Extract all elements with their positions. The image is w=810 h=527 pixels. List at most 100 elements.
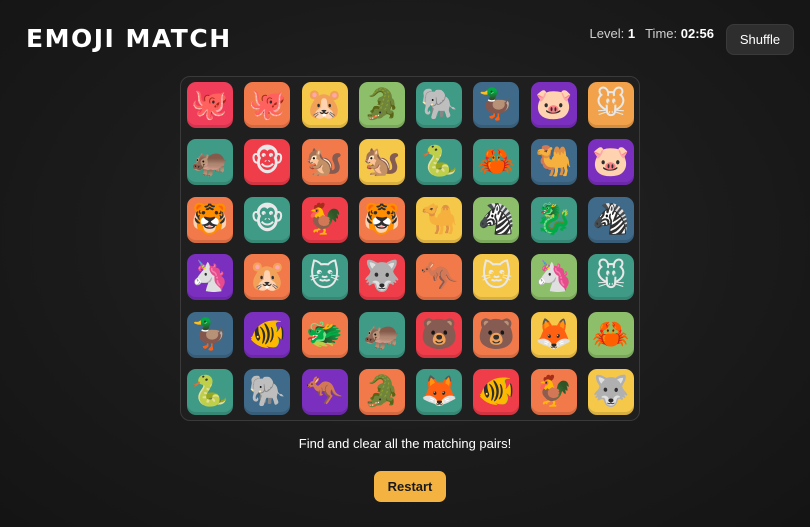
tile-camel[interactable]: 🐫 [530, 139, 577, 186]
tile-crocodile[interactable]: 🐊 [358, 368, 405, 415]
tile-snake[interactable]: 🐍 [416, 139, 463, 186]
hamster-icon: 🐹 [248, 260, 286, 294]
fish-icon: 🐠 [248, 317, 286, 351]
tile-pig[interactable]: 🐷 [530, 82, 577, 128]
tile-fox[interactable]: 🦊 [416, 368, 463, 415]
rooster-icon: 🐓 [305, 202, 344, 236]
camel-icon: 🐫 [535, 145, 573, 179]
tile-hippo[interactable]: 🦛 [358, 311, 405, 358]
tile-snake[interactable]: 🐍 [187, 368, 233, 415]
game-board: 🐙 🐙 🐹 🐊 🐘 🦆 🐷 🐭 🦛 🐵 🐿️ 🐿️ 🐍 🦀 🐫 🐷 🐯 🐵 🐓 🐯 🐪 🦓 🐉 🦓 🦄 🐹 🐱 🐺 🦘 🐱 🦄 🐭 🦆 🐠 🐲 🦛 🐻 🐻… [180, 76, 640, 421]
timer: Time: 02:56 [645, 26, 714, 41]
tile-cat[interactable]: 🐱 [301, 254, 348, 301]
tile-duck[interactable]: 🦆 [473, 82, 520, 128]
bear-icon: 🐻 [477, 317, 516, 351]
tile-monkey[interactable]: 🐵 [244, 196, 291, 243]
crab-icon: 🦀 [477, 145, 516, 179]
tile-tiger[interactable]: 🐯 [187, 196, 233, 243]
tile-octopus[interactable]: 🐙 [244, 82, 291, 128]
tile-zebra[interactable]: 🦓 [473, 196, 520, 243]
restart-button[interactable]: Restart [374, 471, 446, 502]
tile-bear[interactable]: 🐻 [416, 311, 463, 358]
snake-icon: 🐍 [191, 374, 229, 408]
tile-kangaroo[interactable]: 🦘 [301, 368, 348, 415]
tile-dragon[interactable]: 🐉 [530, 196, 577, 243]
fox-icon: 🦊 [420, 374, 458, 408]
tile-hamster[interactable]: 🐹 [301, 82, 348, 128]
tile-crab[interactable]: 🦀 [588, 311, 635, 358]
tile-rooster[interactable]: 🐓 [301, 196, 348, 243]
pig-icon: 🐷 [592, 145, 630, 179]
fish-icon: 🐠 [477, 374, 516, 408]
snake-icon: 🐍 [420, 145, 458, 179]
hippo-icon: 🦛 [363, 317, 401, 351]
tile-tiger[interactable]: 🐯 [358, 196, 405, 243]
unicorn-icon: 🦄 [191, 260, 229, 294]
level-label: Level: [589, 26, 625, 41]
time-label: Time: [645, 26, 678, 41]
tile-rooster[interactable]: 🐓 [530, 368, 577, 415]
tile-chipmunk[interactable]: 🐿️ [358, 139, 405, 186]
dragon-icon: 🐲 [305, 317, 344, 351]
tile-wolf[interactable]: 🐺 [358, 254, 405, 301]
tile-elephant[interactable]: 🐘 [416, 82, 463, 128]
crocodile-icon: 🐊 [363, 374, 401, 408]
tile-crocodile[interactable]: 🐊 [358, 82, 405, 128]
tile-camel[interactable]: 🐪 [416, 196, 463, 243]
monkey-icon: 🐵 [249, 145, 285, 179]
mouse-icon: 🐭 [595, 260, 627, 294]
bear-icon: 🐻 [420, 317, 458, 351]
tiger-icon: 🐯 [363, 202, 401, 236]
tile-unicorn[interactable]: 🦄 [530, 254, 577, 301]
tile-octopus[interactable]: 🐙 [187, 82, 233, 128]
unicorn-icon: 🦄 [535, 260, 573, 294]
octopus-icon: 🐙 [191, 88, 229, 121]
tile-zebra[interactable]: 🦓 [588, 196, 635, 243]
tile-unicorn[interactable]: 🦄 [187, 254, 233, 301]
tile-kangaroo[interactable]: 🦘 [416, 254, 463, 301]
tile-hamster[interactable]: 🐹 [244, 254, 291, 301]
tile-fish[interactable]: 🐠 [244, 311, 291, 358]
tile-duck[interactable]: 🦆 [187, 311, 233, 358]
zebra-icon: 🦓 [592, 202, 630, 236]
tile-chipmunk[interactable]: 🐿️ [301, 139, 348, 186]
elephant-icon: 🐘 [248, 374, 286, 408]
tile-cat[interactable]: 🐱 [473, 254, 520, 301]
time-value: 02:56 [680, 26, 714, 41]
game-status: Level: 1 Time: 02:56 [590, 26, 714, 41]
duck-icon: 🦆 [191, 317, 229, 351]
chipmunk-icon: 🐿️ [305, 145, 344, 179]
dragon-icon: 🐉 [535, 202, 573, 236]
tile-hippo[interactable]: 🦛 [187, 139, 233, 186]
chipmunk-icon: 🐿️ [363, 145, 401, 179]
kangaroo-icon: 🦘 [420, 260, 458, 294]
level-indicator: Level: 1 [590, 26, 636, 41]
mouse-icon: 🐭 [595, 88, 627, 121]
shuffle-button[interactable]: Shuffle [726, 24, 794, 55]
tile-fox[interactable]: 🦊 [530, 311, 577, 358]
tile-wolf[interactable]: 🐺 [588, 368, 635, 415]
pig-icon: 🐷 [535, 88, 573, 121]
tile-pig[interactable]: 🐷 [588, 139, 635, 186]
tile-elephant[interactable]: 🐘 [244, 368, 291, 415]
cat-icon: 🐱 [480, 260, 513, 294]
tile-bear[interactable]: 🐻 [473, 311, 520, 358]
zebra-icon: 🦓 [477, 202, 516, 236]
instruction-message: Find and clear all the matching pairs! [298, 436, 512, 451]
hippo-icon: 🦛 [191, 145, 229, 179]
tile-monkey[interactable]: 🐵 [244, 139, 291, 186]
elephant-icon: 🐘 [420, 88, 458, 121]
tile-crab[interactable]: 🦀 [473, 139, 520, 186]
tile-mouse[interactable]: 🐭 [588, 254, 635, 301]
tile-grid: 🐙 🐙 🐹 🐊 🐘 🦆 🐷 🐭 🦛 🐵 🐿️ 🐿️ 🐍 🦀 🐫 🐷 🐯 🐵 🐓 🐯 🐪 🦓 🐉 🦓 🦄 🐹 🐱 🐺 🦘 🐱 🦄 🐭 🦆 🐠 🐲 🦛 🐻 🐻… [187, 82, 639, 415]
tiger-icon: 🐯 [191, 202, 229, 236]
tile-mouse[interactable]: 🐭 [588, 82, 635, 128]
hamster-icon: 🐹 [305, 88, 344, 121]
fox-icon: 🦊 [535, 317, 573, 351]
wolf-icon: 🐺 [363, 260, 401, 294]
tile-fish[interactable]: 🐠 [473, 368, 520, 415]
duck-icon: 🦆 [477, 88, 516, 121]
kangaroo-icon: 🦘 [305, 374, 344, 408]
tile-dragon[interactable]: 🐲 [301, 311, 348, 358]
camel-icon: 🐪 [420, 202, 458, 236]
